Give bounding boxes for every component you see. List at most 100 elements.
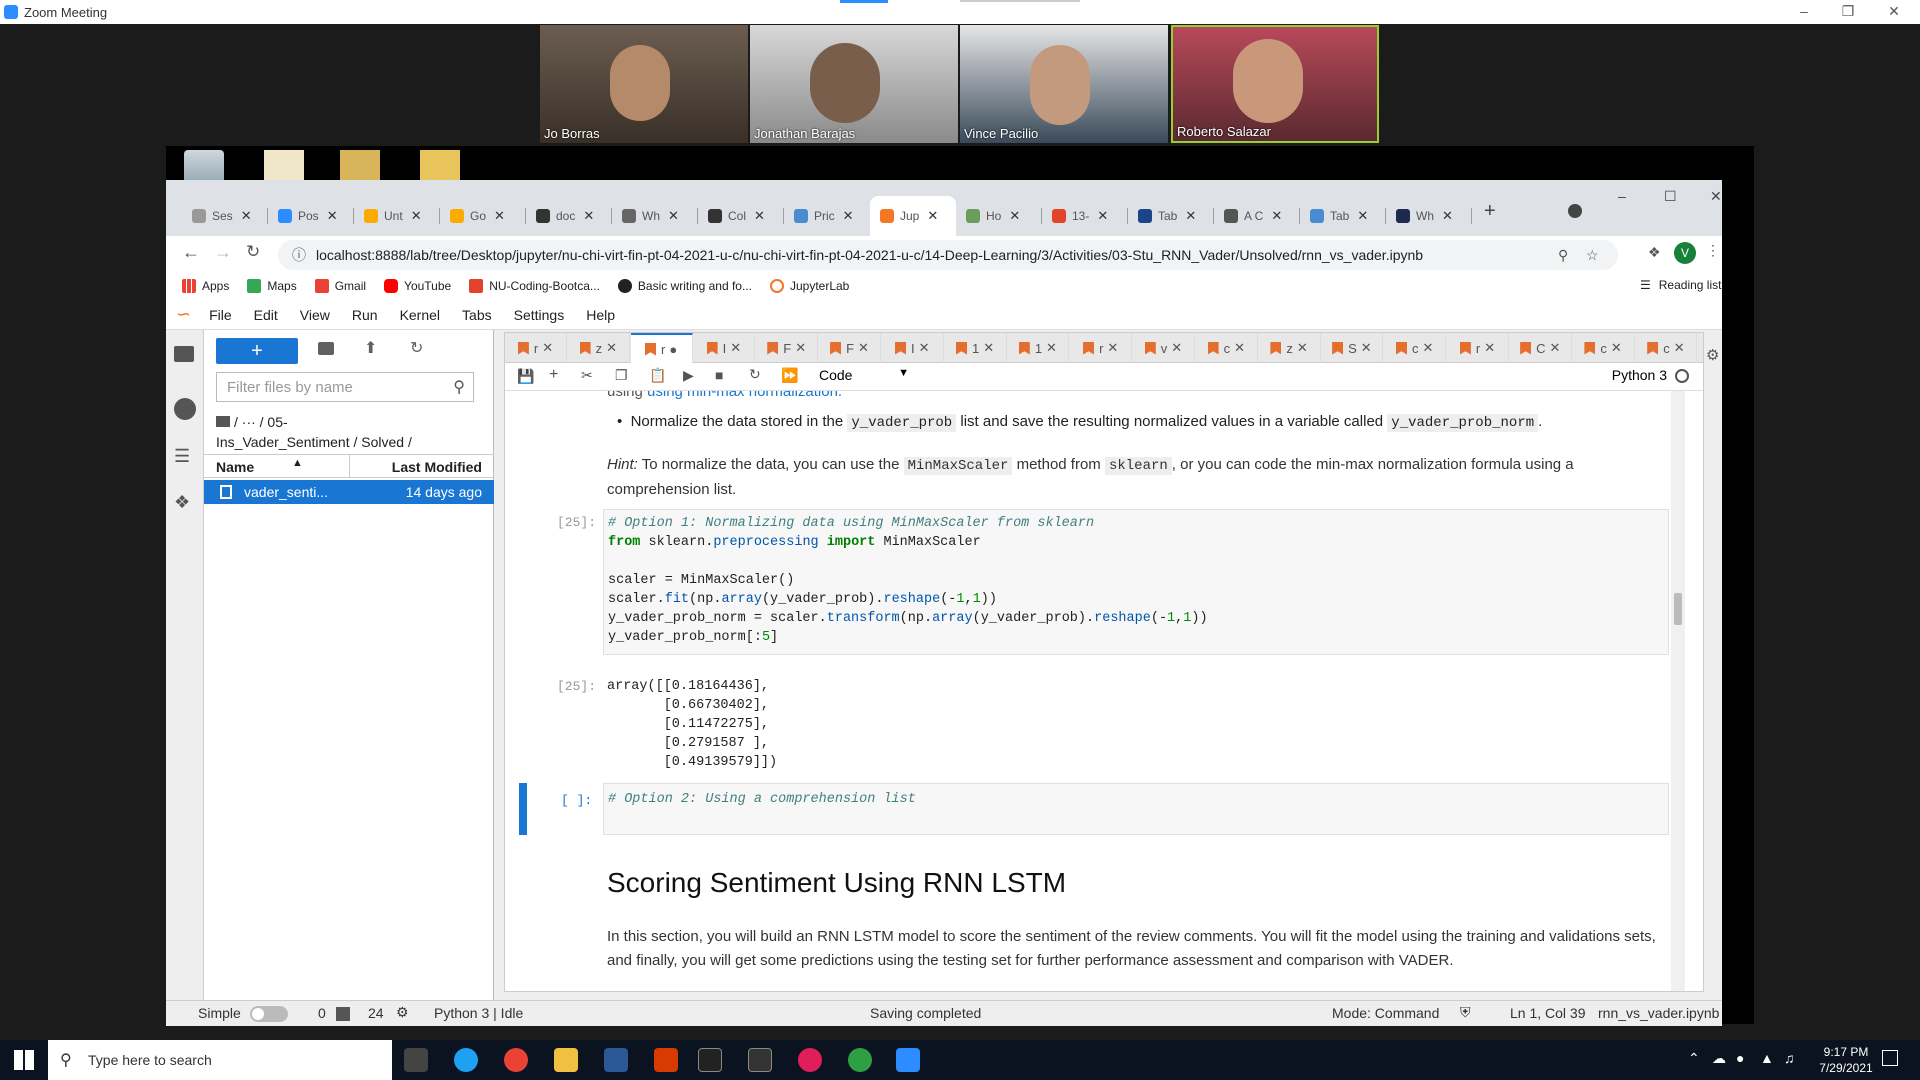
folder-icon[interactable] — [216, 416, 230, 427]
bookmark-gmail[interactable]: Gmail — [314, 279, 366, 293]
browser-tab[interactable]: Tab ✕ — [1300, 196, 1386, 236]
tab-close-icon[interactable]: ✕ — [1171, 340, 1182, 356]
new-tab-icon[interactable]: + — [1484, 200, 1496, 223]
app-circle-icon[interactable] — [848, 1048, 872, 1072]
tab-close-icon[interactable]: ✕ — [241, 208, 252, 224]
stop-icon[interactable]: ■ — [715, 367, 723, 383]
tab-close-icon[interactable]: ✕ — [583, 208, 594, 224]
tab-close-icon[interactable]: ✕ — [1611, 340, 1622, 356]
office-icon[interactable] — [654, 1048, 678, 1072]
slack-icon[interactable] — [798, 1048, 822, 1072]
tab-close-icon[interactable]: ✕ — [1484, 340, 1495, 356]
chrome-menu-icon[interactable]: ⋮ — [1706, 242, 1720, 259]
tab-close-icon[interactable]: ✕ — [1107, 340, 1118, 356]
video-tile-2[interactable]: Jonathan Barajas — [750, 25, 958, 143]
notebook-tab[interactable]: C ✕ — [1510, 333, 1572, 363]
tab-close-icon[interactable]: ✕ — [795, 340, 806, 356]
menu-run[interactable]: Run — [352, 307, 378, 323]
extensions-icon[interactable]: ❖ — [1648, 244, 1661, 261]
tab-close-icon[interactable]: ✕ — [730, 340, 741, 356]
upload-icon[interactable]: ⬆ — [364, 338, 377, 358]
browser-tab[interactable]: Ses ✕ — [182, 196, 268, 236]
browser-tab[interactable]: Unt ✕ — [354, 196, 440, 236]
md-link[interactable]: using min-max normalization. — [647, 391, 842, 400]
calculator-icon[interactable] — [604, 1048, 628, 1072]
minimize-icon[interactable]: – — [1782, 0, 1826, 24]
minimize-icon[interactable]: – — [1618, 188, 1626, 204]
cut-icon[interactable]: ✂ — [581, 367, 593, 384]
browser-tab[interactable]: Pos ✕ — [268, 196, 354, 236]
breadcrumb-path[interactable]: Ins_Vader_Sentiment / Solved / — [216, 434, 412, 450]
sort-asc-icon[interactable]: ▲ — [292, 457, 303, 469]
extension-icon[interactable]: ❖ — [174, 492, 190, 513]
notebook-tab[interactable]: F ✕ — [819, 333, 881, 363]
running-icon[interactable] — [174, 398, 196, 420]
tab-search-icon[interactable] — [1568, 204, 1582, 218]
save-icon[interactable]: 💾 — [517, 368, 534, 385]
browser-tab[interactable]: Wh ✕ — [1386, 196, 1472, 236]
tab-close-icon[interactable]: ✕ — [494, 208, 505, 224]
menu-file[interactable]: File — [209, 307, 232, 323]
profile-avatar[interactable]: V — [1674, 242, 1696, 264]
notebook-tab[interactable]: I ✕ — [693, 333, 756, 363]
notebook-tab[interactable]: c ✕ — [1635, 333, 1698, 363]
bookmark-basic-writing[interactable]: Basic writing and fo... — [617, 279, 752, 293]
notebook-tab[interactable]: c ✕ — [1384, 333, 1447, 363]
close-icon[interactable]: ✕ — [1872, 0, 1916, 24]
tab-close-icon[interactable]: ✕ — [843, 208, 854, 224]
paste-icon[interactable]: 📋 — [649, 367, 666, 384]
browser-tab[interactable]: Wh ✕ — [612, 196, 698, 236]
tab-close-icon[interactable]: ✕ — [1009, 208, 1020, 224]
tab-close-icon[interactable]: ✕ — [668, 208, 679, 224]
kernel-name[interactable]: Python 3 — [1612, 367, 1667, 383]
tab-close-icon[interactable]: ✕ — [1422, 340, 1433, 356]
zoom-icon[interactable]: ⚲ — [1558, 240, 1568, 270]
scrollbar[interactable] — [1671, 391, 1685, 991]
breadcrumb-path[interactable]: / ··· / 05- — [234, 414, 288, 430]
notebook-tab[interactable]: r ● — [630, 333, 693, 363]
browser-tab[interactable]: doc ✕ — [526, 196, 612, 236]
tab-close-icon[interactable]: ✕ — [1361, 340, 1372, 356]
chrome-icon[interactable] — [504, 1048, 528, 1072]
video-tile-1[interactable]: Jo Borras — [540, 25, 748, 143]
bookmark-apps[interactable]: Apps — [182, 279, 229, 293]
notebook-tab[interactable]: I ✕ — [882, 333, 944, 363]
restart-run-all-icon[interactable]: ⏩ — [781, 367, 798, 384]
tab-close-icon[interactable]: ✕ — [919, 340, 930, 356]
browser-tab[interactable]: Pric ✕ — [784, 196, 870, 236]
notebook-tab[interactable]: F ✕ — [756, 333, 819, 363]
close-icon[interactable]: ✕ — [1710, 188, 1722, 205]
reload-icon[interactable]: ↻ — [246, 242, 260, 262]
copy-icon[interactable]: ❐ — [615, 367, 628, 384]
menu-settings[interactable]: Settings — [514, 307, 565, 323]
taskbar-search-box[interactable]: ⚲ Type here to search — [48, 1040, 392, 1080]
tab-close-icon[interactable]: ✕ — [1442, 208, 1453, 224]
new-launcher-button[interactable]: + — [216, 338, 298, 364]
site-info-icon[interactable]: ⓘ — [292, 240, 306, 270]
menu-edit[interactable]: Edit — [254, 307, 278, 323]
windows-start-icon[interactable] — [14, 1050, 34, 1070]
notebook-tab[interactable]: r ✕ — [1447, 333, 1509, 363]
column-last-modified[interactable]: Last Modified — [392, 459, 482, 475]
code-cell-editor-active[interactable]: # Option 2: Using a comprehension list — [603, 783, 1669, 835]
tab-close-icon[interactable]: ✕ — [927, 208, 938, 224]
trust-icon[interactable]: ⛨ — [1460, 1004, 1471, 1021]
menu-tabs[interactable]: Tabs — [462, 307, 492, 323]
clock[interactable]: 9:17 PM 7/29/2021 — [1806, 1044, 1886, 1076]
file-explorer-icon[interactable] — [554, 1048, 578, 1072]
insert-cell-icon[interactable]: + — [549, 366, 558, 384]
video-tile-4-active-speaker[interactable]: Roberto Salazar — [1171, 25, 1379, 143]
cursor-position[interactable]: Ln 1, Col 39 — [1510, 1005, 1586, 1021]
tab-close-icon[interactable]: ✕ — [327, 208, 338, 224]
notebook-tab[interactable]: c ✕ — [1196, 333, 1258, 363]
notebook-tab[interactable]: S ✕ — [1321, 333, 1384, 363]
unsaved-dot-icon[interactable]: ● — [669, 342, 677, 357]
browser-tab[interactable]: A C ✕ — [1214, 196, 1300, 236]
kernel-status[interactable]: Python 3 | Idle — [434, 1005, 523, 1021]
tab-close-icon[interactable]: ✕ — [1297, 340, 1308, 356]
scrollbar-thumb[interactable] — [1674, 593, 1682, 625]
bookmark-youtube[interactable]: YouTube — [384, 279, 451, 293]
code-cell-editor[interactable]: # Option 1: Normalizing data using MinMa… — [603, 509, 1669, 655]
notebook-tab[interactable]: r ✕ — [505, 333, 567, 363]
zoom-app-icon[interactable] — [896, 1048, 920, 1072]
